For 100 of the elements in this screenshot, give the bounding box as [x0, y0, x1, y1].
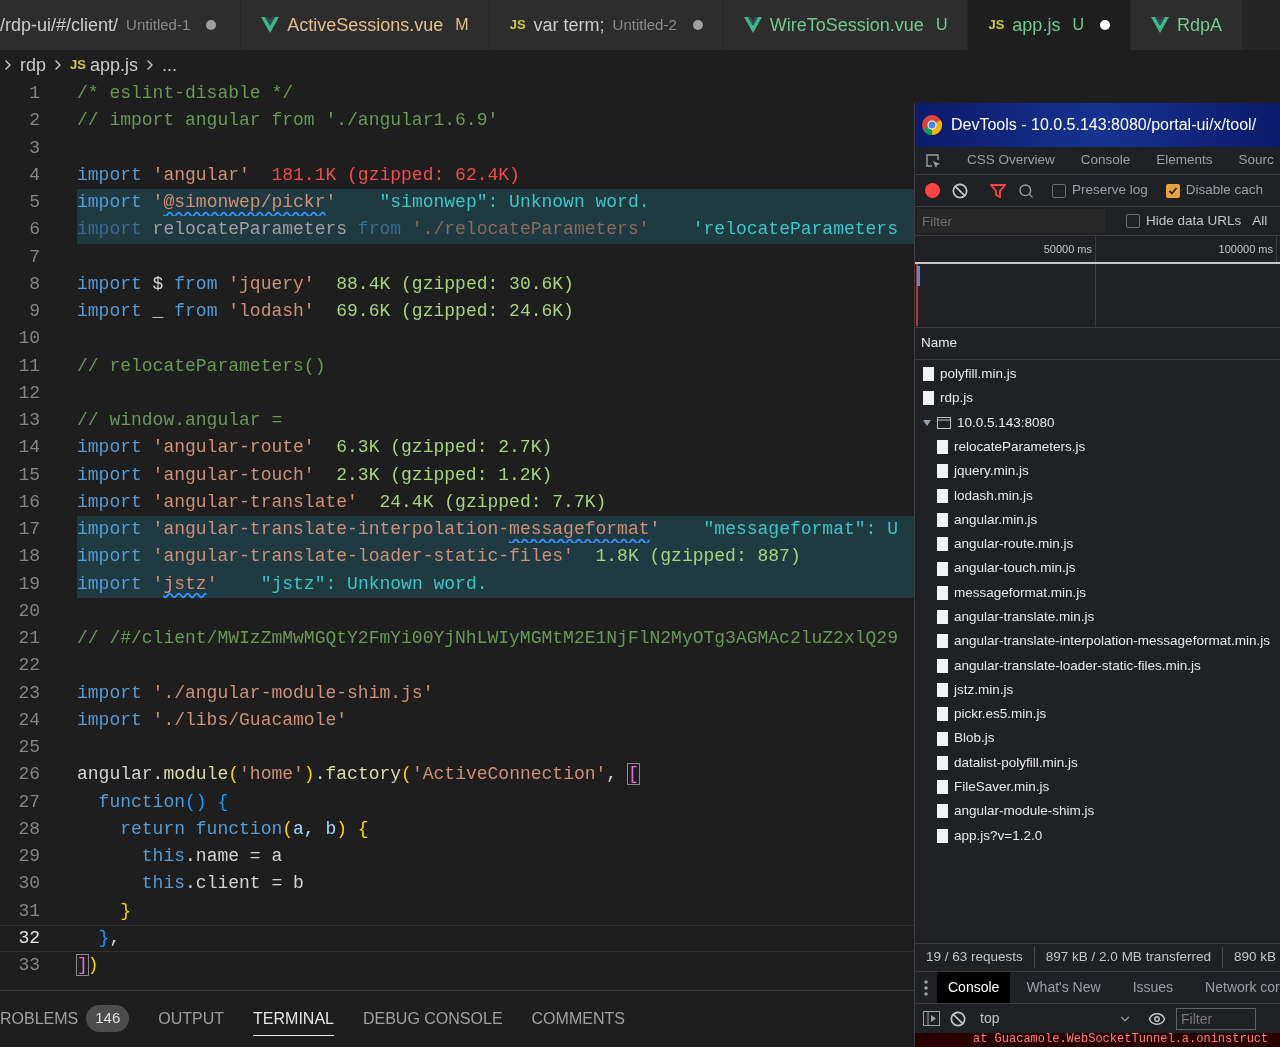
- editor-tab[interactable]: JS var term; Untitled-2: [489, 0, 724, 50]
- checkbox[interactable]: [1126, 214, 1140, 228]
- drawer-tab[interactable]: Issues: [1116, 972, 1190, 1003]
- request-row[interactable]: FileSaver.min.js: [915, 775, 1280, 800]
- request-name: angular-translate-loader-static-files.min.js: [954, 656, 1201, 675]
- drawer-tab[interactable]: What's New: [1010, 972, 1117, 1003]
- request-row[interactable]: angular-translate.min.js: [915, 604, 1280, 630]
- request-row[interactable]: 10.0.5.143:8080: [915, 410, 1280, 435]
- line-number: 9: [28, 300, 40, 324]
- console-filter-input[interactable]: Filter: [1176, 1007, 1256, 1030]
- breadcrumb-item[interactable]: rdp: [20, 51, 46, 79]
- sidebar-toggle-icon[interactable]: [923, 1011, 940, 1026]
- code-line: // window.angular =: [77, 409, 283, 433]
- request-name: messageformat.min.js: [954, 583, 1087, 602]
- editor-tab[interactable]: JS app.js U: [968, 0, 1131, 50]
- timeline-tick: 50000 ms: [915, 236, 1096, 262]
- vue-file-icon: [261, 17, 280, 33]
- editor-tab[interactable]: RdpA: [1130, 0, 1243, 50]
- request-row[interactable]: angular-touch.min.js: [915, 556, 1280, 581]
- line-number: 33: [17, 954, 40, 978]
- devtools-tab[interactable]: Sourc: [1238, 150, 1274, 171]
- drawer-tab[interactable]: Network cor: [1189, 972, 1280, 1003]
- filter-input[interactable]: Filter: [917, 209, 1105, 233]
- request-row[interactable]: Blob.js: [915, 726, 1280, 751]
- devtools-tab[interactable]: CSS Overview: [967, 150, 1055, 171]
- request-row[interactable]: jquery.min.js: [915, 459, 1280, 484]
- request-name: datalist-polyfill.min.js: [954, 753, 1078, 772]
- line-number: 5: [28, 191, 40, 215]
- request-row[interactable]: relocateParameters.js: [915, 434, 1280, 460]
- editor-tab[interactable]: ActiveSessions.vue M: [241, 0, 490, 50]
- tab-label: var term;: [533, 13, 605, 37]
- file-icon: [937, 731, 948, 746]
- network-summary: 19 / 63 requests: [925, 948, 1024, 967]
- request-row[interactable]: pickr.es5.min.js: [915, 702, 1280, 727]
- file-icon: [937, 488, 948, 503]
- checkbox-label: Preserve log: [1072, 181, 1148, 200]
- devtools-tab[interactable]: Console: [1080, 150, 1131, 171]
- code-line: import 'angular-translate' 24.4K (gzipped: 7.7K): [77, 490, 607, 514]
- request-name: angular-route.min.js: [954, 535, 1074, 554]
- panel-tab[interactable]: OUTPUT: [158, 1002, 225, 1036]
- git-status-letter: U: [1072, 15, 1084, 35]
- checkbox[interactable]: [1165, 183, 1180, 198]
- request-row[interactable]: rdp.js: [915, 386, 1280, 411]
- code-line: angular.module('home').factory('ActiveConnection', [: [77, 763, 639, 787]
- line-number: 19: [17, 572, 40, 596]
- file-icon: [937, 561, 948, 576]
- request-row[interactable]: angular-route.min.js: [915, 532, 1280, 557]
- devtools-tab[interactable]: Elements: [1156, 150, 1213, 171]
- file-icon: [923, 391, 934, 406]
- line-number: 24: [17, 708, 40, 732]
- line-number: 6: [28, 218, 40, 242]
- request-row[interactable]: angular-translate-interpolation-messageformat.min.js: [915, 629, 1280, 654]
- breadcrumb-item[interactable]: ...: [161, 51, 177, 79]
- resource-type-button[interactable]: All: [1252, 210, 1268, 232]
- code-line: this.client = b: [140, 872, 304, 896]
- request-row[interactable]: lodash.min.js: [915, 483, 1280, 508]
- request-row[interactable]: app.js?v=1.2.0: [915, 823, 1280, 848]
- network-summary: 897 kB / 2.0 MB transferred: [1033, 947, 1222, 968]
- request-row[interactable]: messageformat.min.js: [915, 580, 1280, 605]
- request-row[interactable]: angular.min.js: [915, 507, 1280, 533]
- checkbox-label: Hide data URLs: [1146, 211, 1242, 230]
- checkbox[interactable]: [1052, 183, 1066, 198]
- tab-label: ActiveSessions.vue: [287, 13, 444, 37]
- filter-icon[interactable]: [990, 182, 1006, 199]
- line-number: 4: [28, 163, 40, 187]
- editor-tab[interactable]: WireToSession.vue U: [723, 0, 969, 50]
- panel-tab[interactable]: COMMENTS: [531, 1002, 625, 1036]
- breadcrumb-item[interactable]: app.js: [89, 51, 138, 79]
- browser-logo-icon: [921, 114, 943, 136]
- line-number: 7: [28, 245, 40, 269]
- file-icon: [937, 658, 948, 673]
- record-button[interactable]: [925, 183, 940, 198]
- request-row[interactable]: datalist-polyfill.min.js: [915, 750, 1280, 776]
- column-header[interactable]: Name: [915, 328, 1280, 360]
- request-row[interactable]: angular-translate-loader-static-files.min.js: [915, 653, 1280, 678]
- code-line: import './libs/Guacamole': [77, 708, 348, 732]
- search-icon[interactable]: [1018, 182, 1034, 199]
- panel-tab[interactable]: ROBLEMS 146: [0, 1002, 130, 1036]
- clear-icon[interactable]: [952, 182, 968, 199]
- drawer-tab[interactable]: Console: [937, 972, 1011, 1003]
- clear-icon[interactable]: [950, 1010, 966, 1027]
- line-number: 3: [28, 136, 40, 160]
- panel-tab[interactable]: TERMINAL: [253, 1002, 334, 1036]
- request-row[interactable]: polyfill.min.js: [915, 362, 1280, 387]
- request-row[interactable]: angular-module-shim.js: [915, 799, 1280, 824]
- expand-arrow-icon[interactable]: [923, 418, 931, 427]
- request-name: relocateParameters.js: [954, 437, 1086, 456]
- inspect-element-icon[interactable]: [925, 152, 941, 169]
- line-number: 8: [28, 272, 40, 296]
- git-status-letter: U: [935, 15, 948, 35]
- panel-tab[interactable]: DEBUG CONSOLE: [362, 1002, 503, 1036]
- editor-tab[interactable]: /rdp-ui/#/client/ Untitled-1: [0, 0, 242, 50]
- tab-label: /rdp-ui/#/client/: [0, 13, 119, 37]
- context-dropdown[interactable]: top: [980, 1008, 1132, 1029]
- request-row[interactable]: jstz.min.js: [915, 677, 1280, 703]
- file-icon: [937, 537, 948, 552]
- code-line: function() {: [97, 790, 229, 814]
- file-icon: [937, 804, 948, 819]
- line-number: 21: [17, 627, 40, 651]
- code-line: return function(a, b) {: [119, 817, 369, 841]
